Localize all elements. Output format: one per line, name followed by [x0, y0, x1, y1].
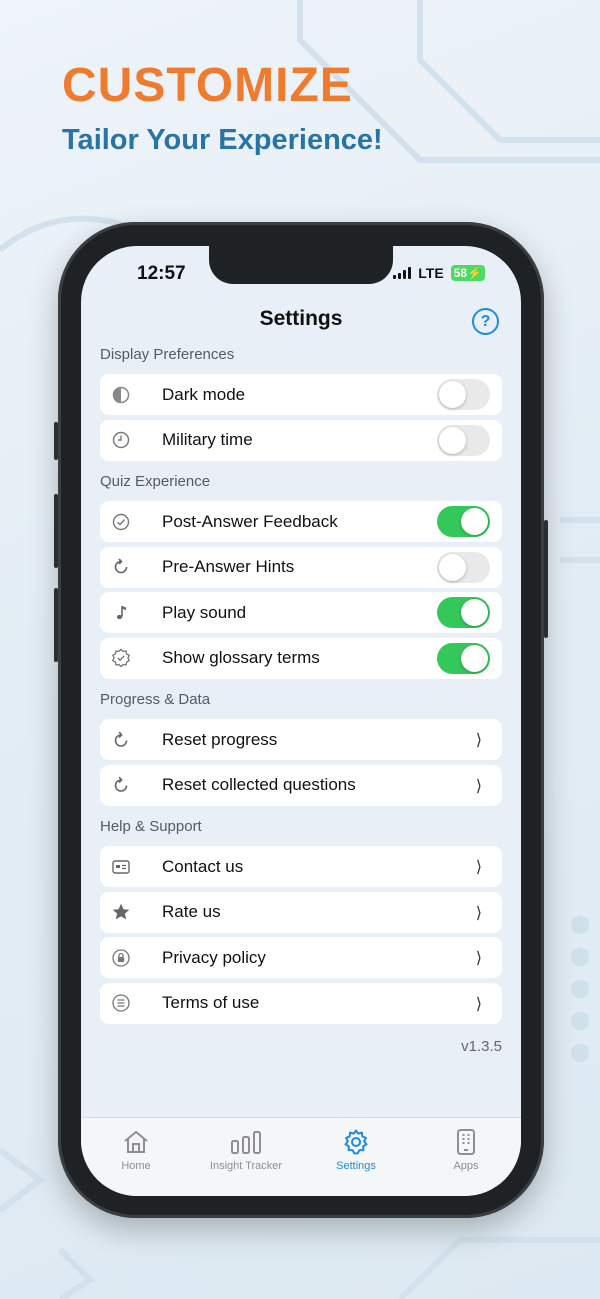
section-label: Display Preferences — [100, 346, 235, 363]
tab-insight-tracker[interactable]: Insight Tracker — [191, 1118, 301, 1196]
settings-row-label: Rate us — [162, 902, 221, 921]
toggle-knob — [439, 381, 466, 408]
settings-row-label: Reset collected questions — [162, 775, 356, 794]
settings-list: Display Preferences Dark mode Military tim… — [100, 344, 502, 1055]
list-icon — [100, 993, 162, 1013]
dark-mode-toggle[interactable] — [437, 379, 490, 410]
lock-icon — [100, 948, 162, 968]
tab-label: Home — [121, 1160, 151, 1172]
tab-label: Settings — [336, 1160, 376, 1172]
version-label: v1.3.5 — [461, 1038, 502, 1055]
reset-icon — [100, 775, 162, 795]
phone-apps-icon — [455, 1128, 477, 1156]
badge-check-icon — [100, 648, 162, 668]
tab-settings[interactable]: Settings — [301, 1118, 411, 1196]
settings-row-reset-collected-questions[interactable]: Reset collected questions ⟩ — [100, 764, 502, 806]
page-title: Settings — [259, 307, 343, 330]
signal-icon — [393, 267, 412, 279]
network-label: LTE — [418, 265, 444, 281]
toggle-knob — [461, 599, 488, 626]
section-label: Quiz Experience — [100, 473, 211, 490]
chevron-right-icon: ⟩ — [475, 904, 482, 922]
section-label: Progress & Data — [100, 691, 211, 708]
music-note-icon — [100, 604, 162, 622]
gear-icon — [342, 1128, 370, 1156]
chevron-right-icon: ⟩ — [475, 859, 482, 876]
battery-icon: 58⚡ — [450, 265, 485, 281]
section-label: Help & Support — [100, 818, 202, 835]
show-glossary-terms-toggle[interactable] — [437, 642, 490, 674]
toggle-knob — [461, 644, 488, 672]
chevron-right-icon: ⟩ — [475, 732, 482, 749]
clock-icon — [100, 431, 162, 449]
settings-row-rate-us[interactable]: Rate us ⟩ — [100, 891, 502, 933]
settings-row-play-sound[interactable]: Play sound — [100, 592, 502, 633]
settings-row-show-glossary-terms[interactable]: Show glossary terms — [100, 637, 502, 679]
settings-row-terms-of-use[interactable]: Terms of use ⟩ — [100, 982, 502, 1024]
question-circle-icon: ? — [480, 313, 491, 330]
settings-row-privacy-policy[interactable]: Privacy policy ⟩ — [100, 937, 502, 978]
star-icon — [100, 902, 162, 922]
hero-title: CUSTOMIZE — [62, 59, 353, 112]
settings-row-dark-mode[interactable]: Dark mode — [100, 374, 502, 415]
hero-subtitle: Tailor Your Experience! — [62, 124, 383, 156]
settings-row-label: Reset progress — [162, 729, 278, 749]
half-circle-icon — [100, 386, 162, 404]
chevron-right-icon: ⟩ — [475, 950, 482, 967]
settings-row-pre-answer-hints[interactable]: Pre-Answer Hints — [100, 546, 502, 588]
notch — [209, 246, 393, 284]
settings-row-military-time[interactable]: Military time — [100, 419, 502, 461]
settings-row-label: Privacy policy — [162, 947, 266, 967]
refresh-icon — [100, 557, 162, 577]
pre-answer-hints-toggle[interactable] — [437, 551, 490, 583]
tab-label: Insight Tracker — [209, 1160, 283, 1172]
status-indicators: LTE 58⚡ — [393, 265, 485, 281]
app-screen: 12:57 LTE 58⚡ Settings ? Display Prefere… — [81, 246, 521, 1196]
settings-row-post-answer-feedback[interactable]: Post-Answer Feedback — [100, 501, 502, 542]
bar-chart-icon — [230, 1128, 262, 1156]
chevron-right-icon: ⟩ — [475, 777, 482, 795]
settings-row-label: Terms of use — [162, 993, 260, 1012]
home-icon — [122, 1128, 150, 1156]
toggle-knob — [461, 508, 488, 535]
reset-icon — [100, 730, 162, 750]
play-sound-toggle[interactable] — [437, 597, 490, 628]
chevron-right-icon: ⟩ — [475, 995, 482, 1013]
tab-label: Apps — [453, 1160, 479, 1172]
settings-row-contact-us[interactable]: Contact us ⟩ — [100, 846, 502, 887]
contact-card-icon — [100, 858, 162, 876]
status-time: 12:57 — [137, 263, 186, 284]
check-circle-icon — [100, 513, 162, 531]
help-button[interactable]: ? — [472, 308, 499, 335]
post-answer-feedback-toggle[interactable] — [437, 506, 490, 537]
military-time-toggle[interactable] — [437, 424, 490, 456]
tab-apps[interactable]: Apps — [411, 1118, 521, 1196]
battery-level: 58 — [453, 266, 468, 280]
tab-home[interactable]: Home — [81, 1118, 191, 1196]
settings-row-label: Contact us — [162, 856, 244, 876]
toggle-knob — [439, 553, 466, 581]
toggle-knob — [439, 426, 466, 454]
tab-bar: Home Insight Tracker Settings Apps — [81, 1117, 521, 1196]
settings-row-reset-progress[interactable]: Reset progress ⟩ — [100, 719, 502, 760]
